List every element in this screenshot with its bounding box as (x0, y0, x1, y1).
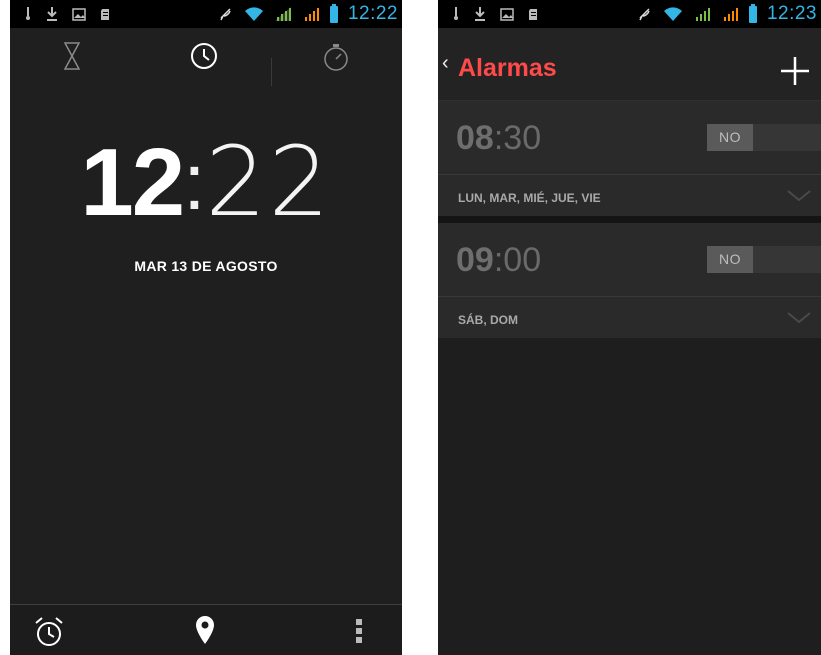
battery-icon (329, 3, 338, 23)
status-bar: 12:23 (438, 0, 821, 28)
digital-clock: 12:22 (10, 126, 402, 238)
menu-button[interactable] (356, 619, 362, 648)
sd-card-icon (101, 8, 109, 20)
expand-button[interactable] (787, 311, 811, 329)
toggle-label: NO (707, 246, 753, 273)
clock-tabs (10, 28, 402, 88)
expand-button[interactable] (787, 189, 811, 207)
download-icon (475, 7, 485, 21)
signal-icon-2 (304, 8, 319, 21)
clock-minutes: 22 (205, 126, 332, 238)
usb-icon (454, 7, 458, 20)
plus-icon (781, 57, 809, 85)
alarm-item[interactable]: 08:30 NO LUN, MAR, MIÉ, JUE, VIE (438, 101, 821, 216)
status-bar: 12:22 (10, 0, 402, 28)
hourglass-icon (63, 42, 81, 70)
alarm-days: LUN, MAR, MIÉ, JUE, VIE (458, 191, 601, 205)
stopwatch-icon (324, 44, 348, 71)
alarm-toggle[interactable]: NO (707, 124, 821, 151)
image-icon (500, 7, 514, 21)
alarm-item[interactable]: 09:00 NO SÁB, DOM (438, 223, 821, 338)
mute-icon (639, 8, 650, 21)
tab-clock[interactable] (190, 42, 218, 75)
add-alarm-button[interactable] (779, 55, 811, 87)
divider (438, 296, 821, 297)
mute-icon (220, 8, 231, 21)
action-bar: ‹ Alarmas (438, 28, 821, 101)
back-icon[interactable]: ‹ (442, 52, 449, 75)
alarm-time[interactable]: 09:00 (456, 241, 541, 280)
alarms-screen: 12:23 ‹ Alarmas 08:30 NO LUN, MAR, MIÉ, … (438, 0, 821, 655)
clock-separator: : (183, 137, 206, 226)
signal-icon-2 (723, 8, 738, 21)
battery-icon (748, 3, 757, 23)
date-label: MAR 13 DE AGOSTO (134, 258, 278, 274)
clock-icon (191, 43, 217, 69)
overflow-menu-icon (356, 619, 362, 643)
signal-icon (695, 8, 710, 21)
toggle-label: NO (707, 124, 753, 151)
tab-divider (271, 58, 272, 86)
usb-icon (26, 7, 30, 20)
sd-card-icon (529, 8, 537, 20)
alarm-header: 09:00 NO (438, 223, 821, 296)
image-icon (72, 7, 86, 21)
alarm-toggle[interactable]: NO (707, 246, 821, 273)
clock-hours: 12 (80, 129, 185, 236)
tab-stopwatch[interactable] (321, 42, 351, 77)
clock-screen: 12:22 12:22 MAR 13 DE AGOSTO (10, 0, 402, 655)
alarm-clock-icon (35, 617, 63, 646)
location-button[interactable] (194, 615, 216, 650)
bottom-bar (10, 604, 402, 655)
alarm-header: 08:30 NO (438, 101, 821, 174)
status-time: 12:22 (347, 3, 398, 24)
page-title[interactable]: Alarmas (458, 54, 557, 83)
signal-icon (274, 7, 291, 21)
alarm-days: SÁB, DOM (458, 313, 518, 327)
download-icon (47, 7, 57, 21)
wifi-icon (663, 7, 682, 21)
alarm-button[interactable] (32, 615, 66, 654)
location-pin-icon (196, 616, 214, 644)
alarm-time[interactable]: 08:30 (456, 119, 541, 158)
wifi-icon (244, 7, 263, 21)
separator-gap (438, 216, 821, 223)
divider (438, 174, 821, 175)
chevron-down-icon (787, 312, 811, 324)
chevron-down-icon (787, 190, 811, 202)
status-time: 12:23 (766, 3, 817, 24)
tab-timer[interactable] (63, 42, 81, 75)
